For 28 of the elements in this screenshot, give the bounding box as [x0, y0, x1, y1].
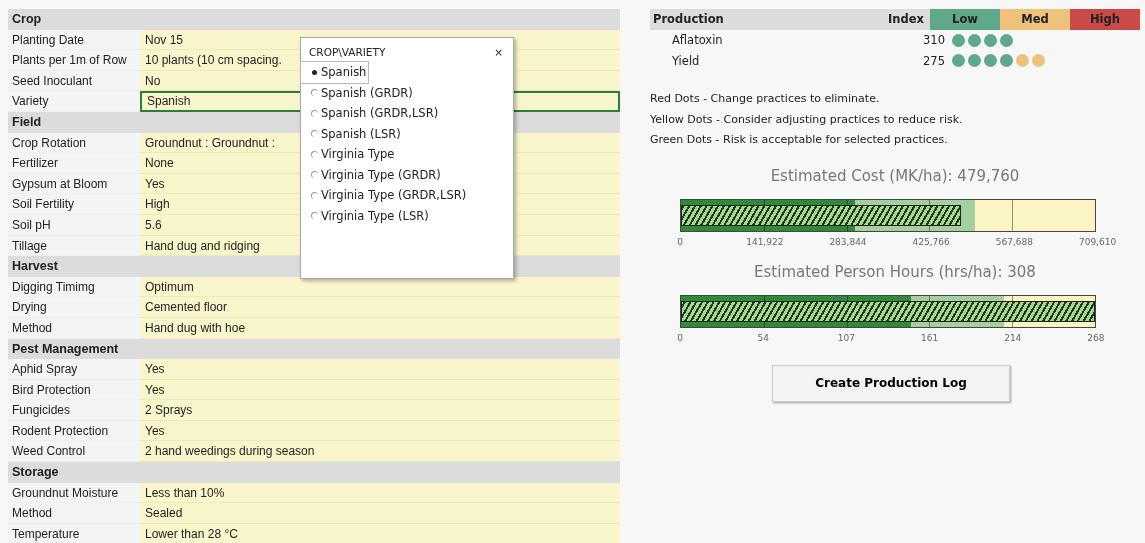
section-header: Crop [8, 9, 620, 30]
level-header: Med [1000, 9, 1070, 30]
production-header: Production [650, 9, 864, 30]
legend-text: Yellow Dots - Consider adjusting practices to reduce risk. [650, 111, 964, 128]
tick-label: 0 [676, 332, 684, 343]
tick-label: 268 [1086, 332, 1106, 343]
tick-label: 0 [676, 236, 684, 247]
tick-label: 283,844 [829, 236, 864, 247]
legend-text: Green Dots - Risk is acceptable for selected practices. [650, 132, 949, 148]
section-header: Storage [8, 462, 620, 483]
popup-title: CROP\VARIETY [309, 46, 386, 58]
level-header: Low [930, 9, 1000, 30]
section-header: Pest Management [8, 338, 620, 360]
production-item: Yield [671, 53, 701, 68]
tick-label: 161 [919, 332, 940, 343]
tick-label: 107 [836, 332, 856, 343]
level-header: High [1070, 9, 1140, 30]
index-value: 275 [922, 53, 946, 68]
production-item: Aflatoxin [671, 33, 724, 48]
meter-title: Estimated Cost (MK/ha): 479,760 [769, 166, 1021, 187]
tick-label: 54 [756, 332, 770, 343]
tick-label: 425,766 [912, 236, 947, 247]
index-header: Index [864, 9, 930, 30]
index-value: 310 [922, 33, 946, 48]
legend-text: Red Dots - Change practices to eliminate. [650, 91, 881, 107]
tick-label: 214 [1003, 332, 1023, 343]
meter-title: Estimated Person Hours (hrs/ha): 308 [753, 262, 1037, 283]
tick-label: 141,922 [746, 236, 781, 247]
